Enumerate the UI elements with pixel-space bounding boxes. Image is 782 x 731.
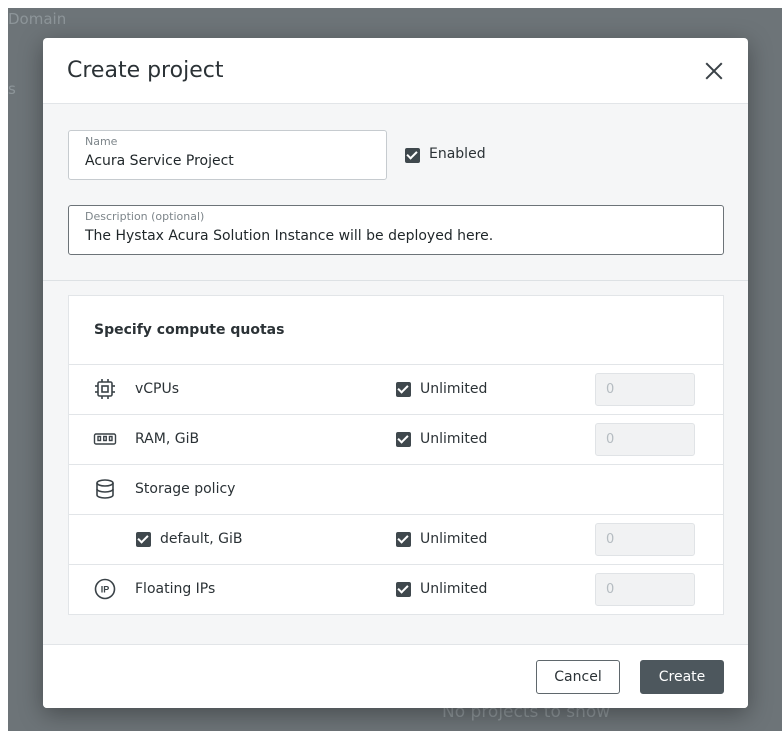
unlimited-checkbox-default-storage[interactable] <box>396 532 411 547</box>
unlimited-label-default-storage: Unlimited <box>420 531 488 547</box>
create-project-dialog: Create project Name Acura Service Projec… <box>43 38 748 708</box>
description-field[interactable]: Description (optional) The Hystax Acura … <box>68 205 724 255</box>
ram-icon <box>93 427 117 451</box>
close-icon[interactable] <box>701 58 727 84</box>
floating-ip-icon: IP <box>93 577 117 601</box>
quota-row-vcpus: vCPUs Unlimited 0 <box>69 364 723 414</box>
background-domain-text: Domain <box>8 10 67 28</box>
unlimited-label-ram: Unlimited <box>420 431 488 447</box>
quota-input-default-storage[interactable]: 0 <box>595 523 695 556</box>
quota-row-default-storage: default, GiB Unlimited 0 <box>69 514 723 564</box>
dialog-title: Create project <box>67 58 224 83</box>
enabled-checkbox[interactable] <box>405 148 420 163</box>
cancel-button[interactable]: Cancel <box>536 660 620 694</box>
quota-label-storage-policy: Storage policy <box>135 481 236 497</box>
quota-label-default-storage: default, GiB <box>160 531 243 547</box>
quota-label-vcpus: vCPUs <box>135 381 180 397</box>
body-divider <box>43 280 748 281</box>
quota-row-ram: RAM, GiB Unlimited 0 <box>69 414 723 464</box>
dialog-body: Name Acura Service Project Enabled Descr… <box>43 104 748 644</box>
svg-text:IP: IP <box>101 585 110 595</box>
quota-input-floating-ips[interactable]: 0 <box>595 573 695 606</box>
unlimited-label-floating-ips: Unlimited <box>420 581 488 597</box>
default-storage-checkbox[interactable] <box>136 532 151 547</box>
name-field-label: Name <box>85 135 118 148</box>
quota-label-floating-ips: Floating IPs <box>135 581 216 597</box>
cpu-icon <box>93 377 117 401</box>
unlimited-label-vcpus: Unlimited <box>420 381 488 397</box>
create-button[interactable]: Create <box>640 660 724 694</box>
background-side-text: s <box>8 80 16 98</box>
storage-icon <box>93 477 117 501</box>
quota-row-floating-ips: IP Floating IPs Unlimited 0 <box>69 564 723 614</box>
unlimited-checkbox-ram[interactable] <box>396 432 411 447</box>
quotas-title: Specify compute quotas <box>94 322 285 338</box>
unlimited-checkbox-vcpus[interactable] <box>396 382 411 397</box>
quota-input-ram[interactable]: 0 <box>595 423 695 456</box>
unlimited-checkbox-floating-ips[interactable] <box>396 582 411 597</box>
description-field-label: Description (optional) <box>85 210 205 223</box>
compute-quotas-card: Specify compute quotas vCPUs Unlimited 0… <box>68 295 724 615</box>
dialog-header: Create project <box>43 38 748 104</box>
quota-input-vcpus[interactable]: 0 <box>595 373 695 406</box>
enabled-label: Enabled <box>429 146 486 162</box>
description-field-value[interactable]: The Hystax Acura Solution Instance will … <box>85 228 493 244</box>
name-field[interactable]: Name Acura Service Project <box>68 130 387 180</box>
name-field-value[interactable]: Acura Service Project <box>85 153 234 169</box>
dialog-footer: Cancel Create <box>43 644 748 708</box>
quota-row-storage-policy: Storage policy <box>69 464 723 514</box>
quota-label-ram: RAM, GiB <box>135 431 200 447</box>
